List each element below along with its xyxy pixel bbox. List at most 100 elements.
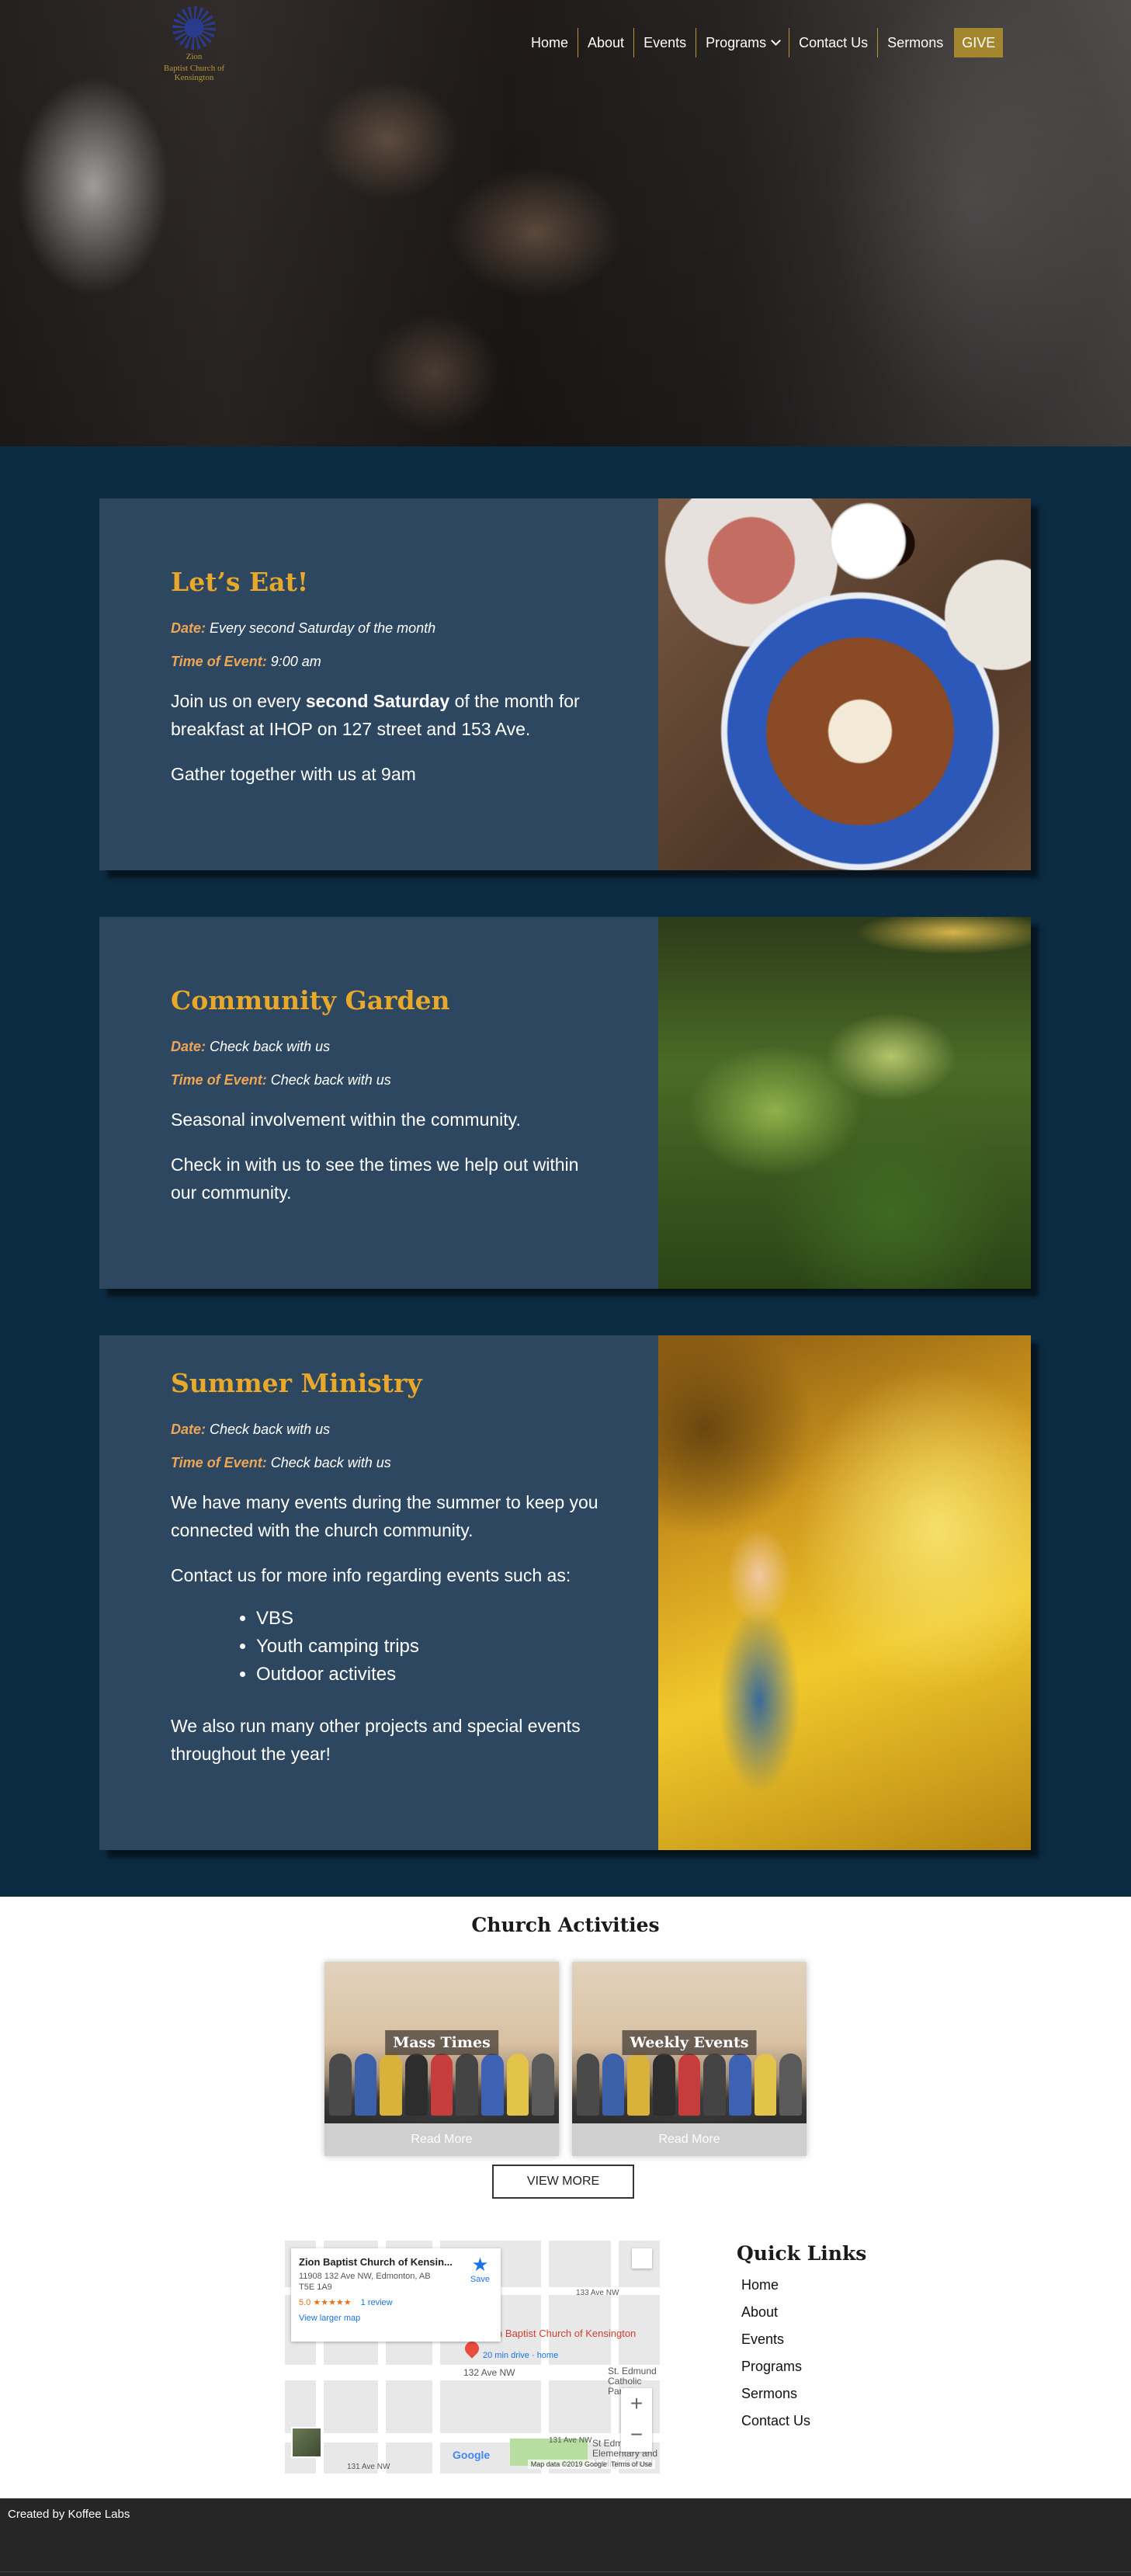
activity-label: Mass Times [385,2030,498,2055]
list-item: Youth camping trips [256,1633,605,1661]
give-button[interactable]: GIVE [954,28,1004,57]
footer-credit: Created by Koffee Labs [8,2508,130,2521]
activity-card-weekly-events[interactable]: Weekly Events Read More [572,1962,807,2156]
activity-card-mass-times[interactable]: Mass Times Read More [324,1962,559,2156]
zoom-in-icon[interactable]: + [621,2388,652,2419]
date-label: Date: [171,1039,206,1054]
quick-links-title: Quick Links [737,2242,867,2265]
waffle-breakfast-photo [658,498,1031,870]
place-address: 11908 132 Ave NW, Edmonton, AB T5E 1A9 [299,2272,431,2292]
quick-link-programs[interactable]: Programs [741,2359,866,2375]
hero-banner: Zion Baptist Church of Kensington Home A… [0,0,1131,446]
people-silhouettes [577,2054,803,2116]
main-nav: Home About Events Programs Contact Us Se… [522,28,1004,57]
desc-text: Join us on every [171,691,306,711]
read-more-link[interactable]: Read More [324,2123,559,2156]
nav-about[interactable]: About [578,28,635,57]
street-label: 131 Ave NW [549,2436,592,2445]
desc-bold: second Saturday [305,691,450,711]
read-more-link[interactable]: Read More [572,2123,807,2156]
event-title: Summer Ministry [171,1368,422,1398]
satellite-toggle[interactable] [291,2427,322,2458]
event-card-lets-eat: Let’s Eat! Date: Every second Saturday o… [99,498,1031,870]
place-rating: 5.0 ★★★★★ 1 review [299,2297,493,2307]
time-label: Time of Event: [171,654,267,669]
date-label: Date: [171,1422,206,1437]
event-description: Join us on every second Saturday of the … [171,687,605,743]
event-note: Contact us for more info regarding event… [171,1565,571,1585]
street-label: 133 Ave NW [576,2289,619,2297]
review-link[interactable]: 1 review [361,2298,393,2307]
event-time: Time of Event: 9:00 am [171,654,605,670]
map-attribution: Map data ©2019 Google Terms of Use [527,2460,655,2469]
event-note: Check in with us to see the times we hel… [171,1154,579,1203]
time-value: Check back with us [270,1072,391,1088]
date-value: Check back with us [210,1039,331,1054]
google-logo: Google [453,2449,491,2461]
map-pin-icon[interactable] [462,2338,482,2359]
site-footer: Created by Koffee Labs [0,2498,1131,2576]
pin-sub: 20 min drive · home [483,2351,559,2360]
pin-label: Zion Baptist Church of Kensington [483,2328,637,2339]
logo-emblem-icon [172,6,216,50]
view-larger-map-link[interactable]: View larger map [299,2314,493,2323]
quick-link-home[interactable]: Home [741,2277,866,2293]
logo-name: Zion [186,52,203,61]
fullscreen-icon[interactable] [632,2248,652,2269]
quick-link-sermons[interactable]: Sermons [741,2386,866,2402]
quick-link-contact-us[interactable]: Contact Us [741,2413,866,2429]
event-description: Seasonal involvement within the communit… [171,1109,521,1130]
section-title: Church Activities [471,1914,660,1936]
time-value: Check back with us [270,1455,391,1470]
time-value: 9:00 am [270,654,321,669]
garden-plants-photo [658,917,1031,1289]
quick-links: Quick Links Home About Events Programs S… [737,2242,866,2429]
date-value: Check back with us [210,1422,331,1437]
event-card-summer-ministry: Summer Ministry Date: Check back with us… [99,1335,1031,1850]
map-data-label: Map data ©2019 Google [530,2460,607,2468]
google-map-embed[interactable]: 132 Ave NW 131 Ave NW 133 Ave NW 131 Ave… [285,2241,660,2474]
date-label: Date: [171,620,206,636]
event-note: Gather together with us at 9am [171,764,416,784]
date-value: Every second Saturday of the month [210,620,436,636]
chevron-down-icon [771,36,781,46]
activity-list: VBS Youth camping trips Outdoor activite… [256,1605,605,1689]
place-info-card: Zion Baptist Church of Kensin... 11908 1… [291,2248,501,2342]
street-label: 131 Ave NW [347,2463,390,2471]
footer-divider [0,2571,1131,2572]
terms-link[interactable]: Terms of Use [611,2460,652,2468]
star-icon: ★ [471,2255,489,2276]
nav-programs-label: Programs [706,35,767,50]
view-more-button[interactable]: VIEW MORE [492,2165,634,2199]
street-label: 132 Ave NW [463,2367,515,2378]
nav-sermons[interactable]: Sermons [878,28,952,57]
activities-section: Church Activities Mass Times Read More W… [0,1897,1131,2498]
time-label: Time of Event: [171,1455,267,1470]
zoom-controls: + − [621,2388,652,2452]
nav-home[interactable]: Home [522,28,579,57]
nav-events[interactable]: Events [634,28,697,57]
nav-contact-us[interactable]: Contact Us [789,28,879,57]
event-date: Date: Every second Saturday of the month [171,620,605,637]
event-time: Time of Event: Check back with us [171,1072,605,1088]
event-date: Date: Check back with us [171,1039,605,1055]
quick-link-events[interactable]: Events [741,2331,866,2348]
zoom-out-icon[interactable]: − [621,2419,652,2450]
save-button[interactable]: ★ Save [470,2255,490,2285]
event-title: Let’s Eat! [171,567,309,597]
list-item: Outdoor activites [256,1661,605,1689]
event-closing: We also run many other projects and spec… [171,1716,581,1764]
nav-programs[interactable]: Programs [696,28,790,57]
list-item: VBS [256,1605,605,1633]
activity-label: Weekly Events [622,2030,757,2055]
quick-link-about[interactable]: About [741,2304,866,2321]
event-title: Community Garden [171,985,450,1015]
child-in-sprinkler-photo [658,1335,1031,1850]
event-card-community-garden: Community Garden Date: Check back with u… [99,917,1031,1289]
church-logo[interactable]: Zion Baptist Church of Kensington [144,6,245,82]
time-label: Time of Event: [171,1072,267,1088]
place-name: Zion Baptist Church of Kensin... [299,2256,453,2268]
logo-subtitle: Baptist Church of Kensington [163,64,225,82]
event-time: Time of Event: Check back with us [171,1455,605,1471]
event-date: Date: Check back with us [171,1422,605,1438]
